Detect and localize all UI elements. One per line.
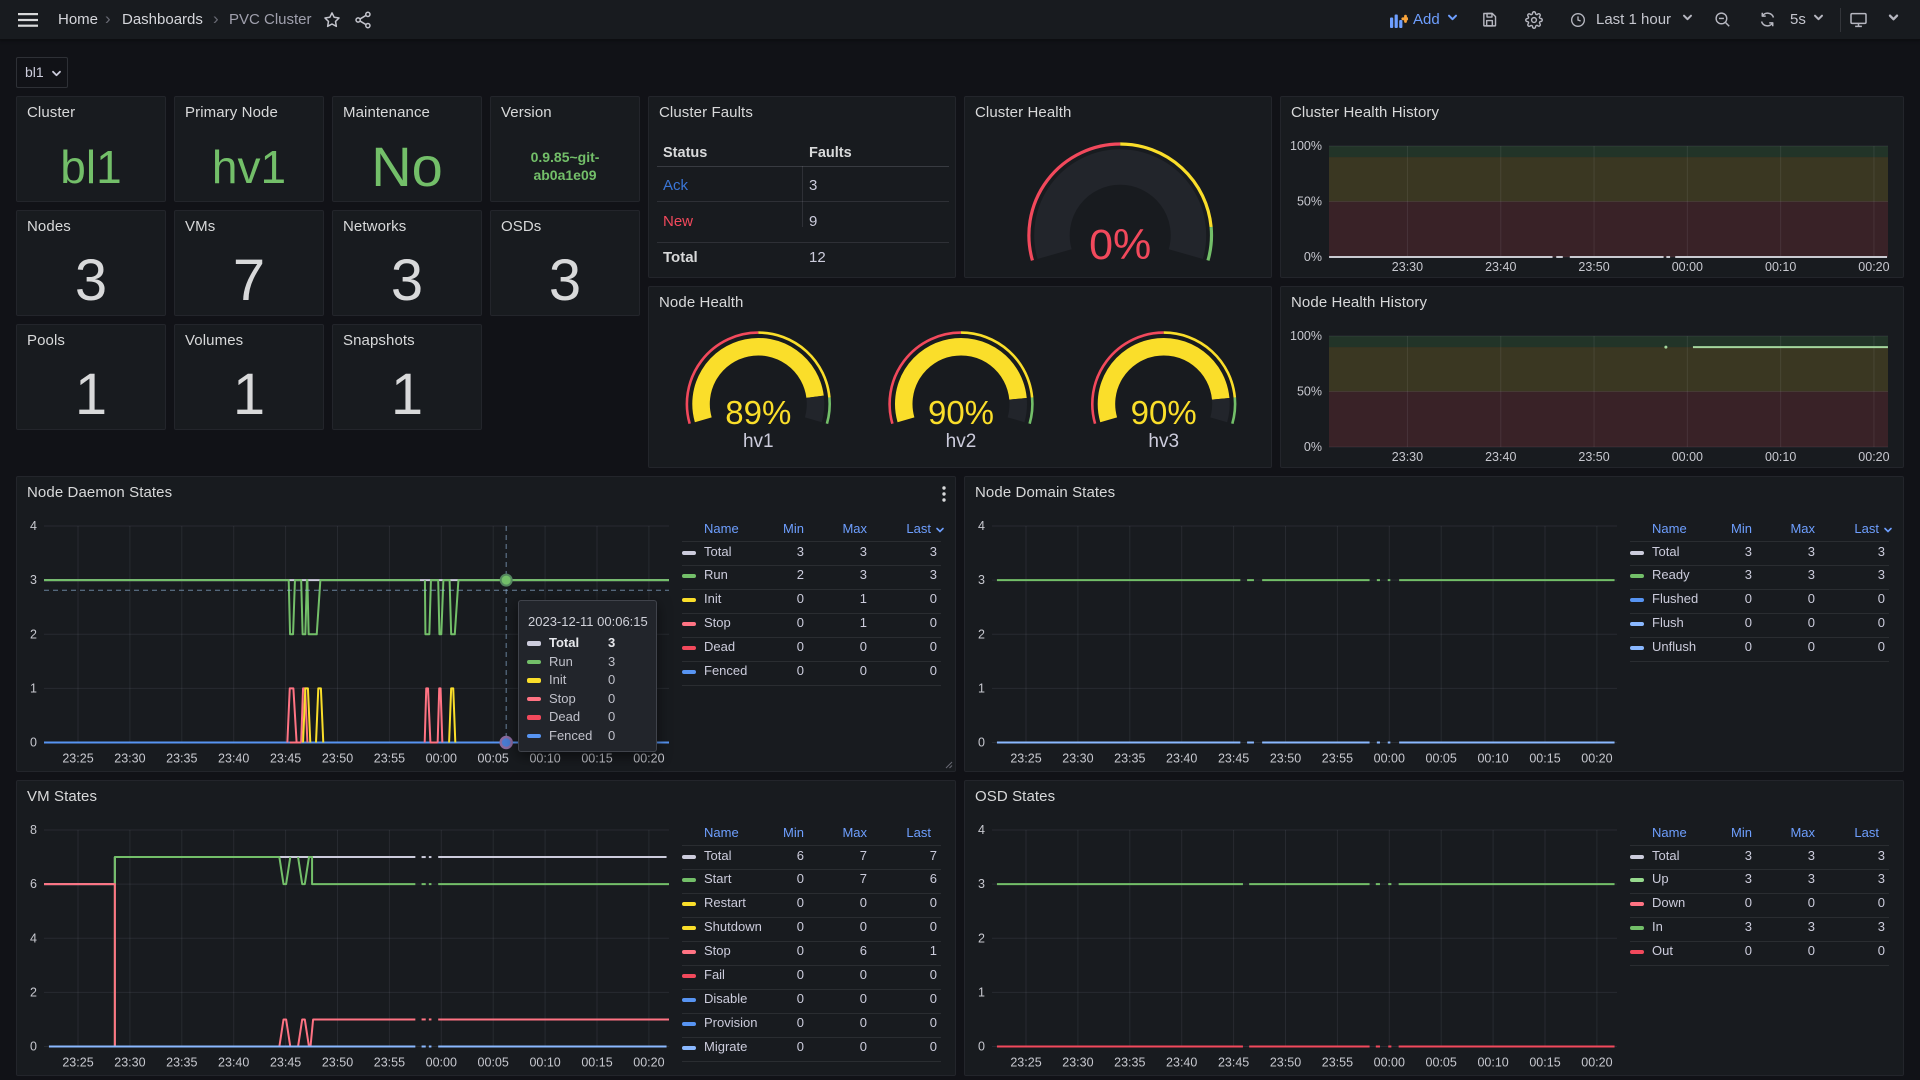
svg-text:0%: 0% [1089, 221, 1151, 269]
svg-text:00:20: 00:20 [1858, 260, 1889, 274]
svg-text:00:00: 00:00 [1672, 450, 1703, 464]
svg-text:23:50: 23:50 [1578, 450, 1609, 464]
svg-text:50%: 50% [1297, 195, 1322, 209]
svg-text:50%: 50% [1297, 385, 1322, 399]
svg-text:00:20: 00:20 [1858, 450, 1889, 464]
svg-text:0%: 0% [1304, 250, 1322, 264]
svg-text:90%: 90% [1131, 394, 1197, 431]
svg-text:hv3: hv3 [1148, 431, 1179, 452]
svg-text:23:30: 23:30 [1392, 260, 1423, 274]
svg-text:23:40: 23:40 [1485, 450, 1516, 464]
svg-text:23:30: 23:30 [1392, 450, 1423, 464]
svg-text:23:50: 23:50 [1578, 260, 1609, 274]
svg-text:0%: 0% [1304, 440, 1322, 454]
svg-text:23:40: 23:40 [1485, 260, 1516, 274]
svg-text:100%: 100% [1290, 329, 1322, 343]
svg-text:00:00: 00:00 [1672, 260, 1703, 274]
svg-text:00:10: 00:10 [1765, 260, 1796, 274]
svg-text:100%: 100% [1290, 139, 1322, 153]
svg-text:00:10: 00:10 [1765, 450, 1796, 464]
